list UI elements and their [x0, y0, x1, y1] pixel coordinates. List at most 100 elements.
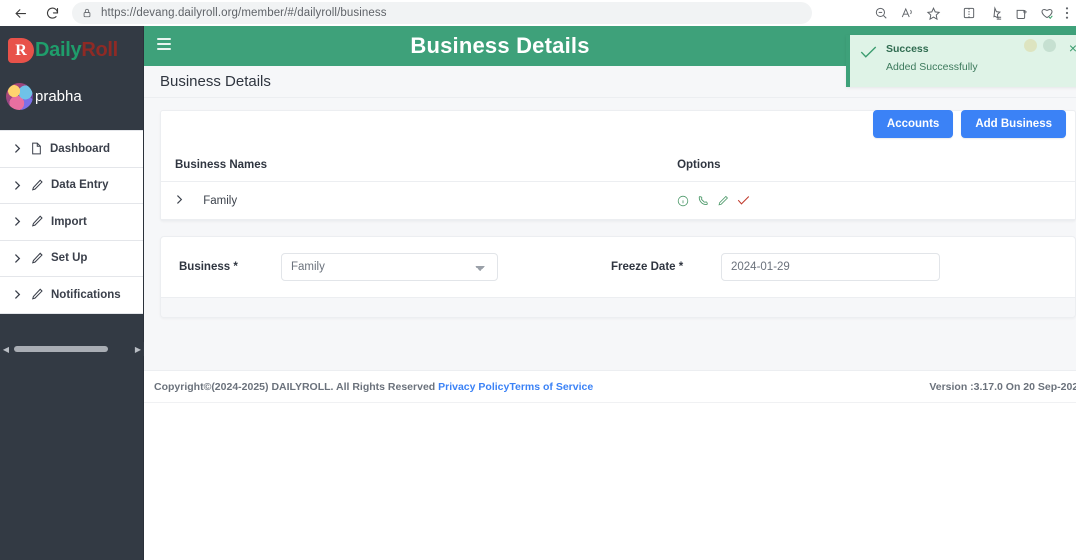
- toast-message: Added Successfully: [886, 61, 978, 73]
- brand-logo[interactable]: R DailyRoll: [0, 26, 143, 75]
- sidebar-menu: Dashboard Data Entry Import Set Up Notif…: [0, 130, 143, 314]
- chevron-right-icon: [13, 180, 21, 191]
- ghost-icon-1: [1024, 39, 1037, 52]
- freeze-date-label: Freeze Date *: [611, 261, 684, 273]
- scroll-right-arrow-icon[interactable]: ▶: [132, 345, 144, 354]
- reload-icon: [46, 7, 58, 19]
- sidebar-horizontal-scrollbar[interactable]: ◀ ▶: [0, 342, 144, 356]
- scroll-left-arrow-icon[interactable]: ◀: [0, 345, 12, 354]
- breadcrumb-text: Business Details: [160, 73, 271, 90]
- column-options: Options: [663, 149, 1075, 182]
- document-icon: [31, 142, 42, 155]
- collections-icon[interactable]: [982, 0, 1008, 26]
- row-action-icons: [677, 195, 1075, 207]
- pencil-icon: [31, 252, 43, 265]
- url-text: https://devang.dailyroll.org/member/#/da…: [101, 7, 387, 19]
- browser-essentials-icon[interactable]: [1008, 0, 1034, 26]
- avatar: [6, 82, 33, 110]
- brand-mark-icon: R: [8, 38, 34, 63]
- privacy-policy-link[interactable]: Privacy Policy: [438, 381, 509, 393]
- chevron-right-icon: [13, 143, 21, 154]
- ghost-icon-2: [1043, 39, 1056, 52]
- business-form-card: Business * Family Freeze Date *: [160, 236, 1076, 318]
- brand-name-part1: Daily: [35, 39, 82, 61]
- action-button-row: Accounts Add Business: [872, 110, 1066, 138]
- add-business-button[interactable]: Add Business: [961, 110, 1066, 138]
- table-body: Family: [161, 181, 1075, 220]
- sidebar-item-data-entry[interactable]: Data Entry: [0, 167, 143, 204]
- toast-decorative-icons: [1024, 39, 1056, 52]
- pencil-edit-icon[interactable]: [717, 195, 729, 207]
- page-container: Business Details Business Details Busine…: [144, 26, 1076, 560]
- accounts-button[interactable]: Accounts: [872, 110, 954, 138]
- business-name-text: Family: [203, 195, 238, 207]
- pencil-icon: [31, 215, 43, 228]
- business-select[interactable]: Family: [281, 253, 498, 281]
- chevron-right-icon: [13, 289, 21, 300]
- business-table: Business Names Options Family: [161, 149, 1075, 220]
- brand-name-part2: Roll: [81, 39, 118, 61]
- sidebar-item-label: Data Entry: [51, 179, 109, 192]
- favorite-star-icon[interactable]: [920, 0, 946, 26]
- table-header: Business Names Options: [161, 149, 1075, 182]
- success-toast: Success Added Successfully ×: [846, 35, 1076, 87]
- freeze-date-wrap: [721, 253, 940, 281]
- chevron-right-icon: [13, 253, 21, 264]
- freeze-date-input[interactable]: [721, 253, 940, 281]
- business-label: Business *: [179, 261, 238, 273]
- main-content: Business Names Options Family Accounts A…: [144, 98, 1076, 376]
- cell-business-name: Family: [161, 181, 664, 220]
- scrollbar-track[interactable]: [12, 345, 132, 353]
- page-blank-area: [144, 402, 1076, 560]
- arrow-left-icon: [15, 8, 26, 18]
- cell-options: [663, 181, 1075, 220]
- browser-toolbar: https://devang.dailyroll.org/member/#/da…: [0, 0, 1076, 26]
- sidebar-item-import[interactable]: Import: [0, 204, 143, 241]
- sidebar-item-label: Set Up: [51, 252, 88, 265]
- table-header-row: Business Names Options: [161, 149, 1075, 182]
- field-group-business: Business * Family: [161, 253, 498, 281]
- info-circle-icon[interactable]: [677, 195, 689, 207]
- address-bar[interactable]: https://devang.dailyroll.org/member/#/da…: [72, 2, 812, 24]
- toast-body: Success Added Successfully: [886, 43, 978, 73]
- phone-icon[interactable]: [697, 195, 709, 207]
- sidebar-item-set-up[interactable]: Set Up: [0, 240, 143, 277]
- terms-of-service-link[interactable]: Terms of Service: [509, 381, 593, 393]
- brand-name: DailyRoll: [35, 39, 118, 62]
- check-icon[interactable]: [737, 195, 750, 207]
- table-row[interactable]: Family: [161, 181, 1075, 220]
- pencil-icon: [31, 179, 43, 192]
- chevron-right-icon[interactable]: [175, 194, 183, 205]
- extensions-icon[interactable]: [1034, 0, 1060, 26]
- pencil-icon: [31, 288, 43, 301]
- copyright-label: Copyright©(2024-2025) DAILYROLL. All Rig…: [154, 380, 436, 393]
- form-body: Business * Family Freeze Date *: [161, 237, 1075, 297]
- sidebar-item-label: Notifications: [51, 288, 121, 301]
- form-footer-strip: [161, 297, 1075, 317]
- version-text: Version :3.17.0 On 20 Sep-2025: [929, 380, 1076, 393]
- more-options-icon[interactable]: [1060, 0, 1074, 26]
- zoom-out-icon[interactable]: [868, 0, 894, 26]
- browser-toolbar-right: [868, 0, 1074, 26]
- toast-title: Success: [886, 43, 929, 55]
- sidebar: R DailyRoll prabha Dashboard Data Entry: [0, 26, 144, 560]
- sidebar-item-dashboard[interactable]: Dashboard: [0, 131, 143, 168]
- business-select-wrap: Family: [281, 253, 498, 281]
- split-screen-icon[interactable]: [956, 0, 982, 26]
- sidebar-item-label: Import: [51, 215, 87, 228]
- field-group-freeze-date: Freeze Date *: [611, 253, 940, 281]
- hamburger-menu-icon[interactable]: [157, 38, 171, 50]
- column-business-names: Business Names: [161, 149, 664, 182]
- back-button[interactable]: [6, 0, 34, 26]
- toast-close-button[interactable]: ×: [1069, 41, 1076, 55]
- scrollbar-thumb[interactable]: [14, 346, 108, 352]
- page-footer: Copyright©(2024-2025) DAILYROLL. All Rig…: [144, 370, 1076, 402]
- user-profile[interactable]: prabha: [0, 75, 143, 117]
- copyright-text: Copyright©(2024-2025) DAILYROLL. All Rig…: [144, 381, 593, 393]
- lock-icon: [82, 7, 92, 19]
- check-icon: [860, 45, 877, 60]
- chevron-right-icon: [13, 216, 21, 227]
- reload-button[interactable]: [38, 0, 66, 26]
- read-aloud-icon[interactable]: [894, 0, 920, 26]
- sidebar-item-notifications[interactable]: Notifications: [0, 277, 143, 314]
